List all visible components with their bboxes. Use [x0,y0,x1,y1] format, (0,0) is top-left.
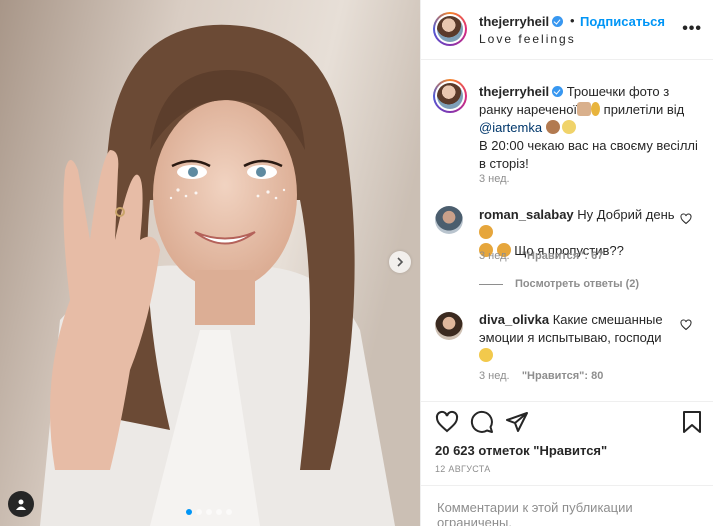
heart-icon[interactable] [435,410,459,434]
monkey-emoji-icon [479,225,493,239]
commenter-avatar[interactable] [435,312,463,340]
comment-time: 3 нед. [479,370,510,382]
tagged-users-button[interactable] [8,491,34,517]
caption-part2: прилетіли від [600,102,685,117]
commenter-avatar[interactable] [435,206,463,234]
portrait-image [0,0,420,526]
user-icon [16,499,26,510]
comment-meta: 3 нед. "Нравится": 80 [479,370,603,382]
separator-bullet: • [570,13,575,28]
post-actions: 20 623 отметок "Нравится" 12 АВГУСТА Ком… [421,401,713,526]
verified-badge-icon [552,86,564,97]
caption-time: 3 нед. [479,173,510,185]
follow-button[interactable]: Подписаться [580,14,665,29]
commenter-username[interactable]: roman_salabay [479,207,574,222]
carousel-indicator [186,509,232,515]
post-side-panel: thejerryheil • Подписаться Love feelings… [420,0,713,526]
like-comment-heart-icon[interactable] [680,319,692,331]
caption-username[interactable]: thejerryheil [479,84,549,99]
likes-count[interactable]: 20 623 отметок "Нравится" [435,443,607,458]
view-replies-button[interactable]: Посмотреть ответы (2) [479,278,639,290]
comment-likes[interactable]: "Нравится": 67 [522,250,603,262]
caption-text: thejerryheil Трошечки фото з ранку нареч… [479,83,699,173]
post-location[interactable]: Love feelings [479,32,576,46]
caption-avatar[interactable] [433,79,467,113]
comments-limited-notice: Комментарии к этой публикации ограничены… [421,485,713,526]
laughing-emoji-icon [479,348,493,362]
comment-time: 3 нед. [479,250,510,262]
bookmark-icon[interactable] [681,410,703,434]
commenter-username[interactable]: diva_olivka [479,312,549,327]
next-slide-button[interactable] [389,251,411,273]
carousel-dot [206,509,212,515]
verified-badge-icon [552,16,564,27]
author-username[interactable]: thejerryheil [479,14,564,29]
post-date[interactable]: 12 АВГУСТА [435,464,491,474]
post-header: thejerryheil • Подписаться Love feelings… [421,0,713,60]
view-replies-label[interactable]: Посмотреть ответы (2) [515,278,639,290]
author-avatar[interactable] [433,12,467,46]
carousel-dot [226,509,232,515]
comments-list: thejerryheil Трошечки фото з ранку нареч… [421,61,713,401]
comment-icon[interactable] [470,410,494,434]
post-photo[interactable] [0,0,420,526]
comment-body: Ну Добрий день [573,207,675,222]
comment-meta: 3 нед. "Нравится": 67 [479,250,603,262]
smile-emoji-icon [561,120,576,134]
comment-text: diva_olivka Какие смешанные эмоции я исп… [479,311,679,365]
ring-emoji-icon [591,102,601,116]
more-options-icon[interactable]: ••• [682,20,702,38]
monkey-emoji-icon [545,120,560,134]
bride-emoji-icon [577,102,592,116]
like-comment-heart-icon[interactable] [680,213,692,225]
share-icon[interactable] [505,410,529,434]
carousel-dot [196,509,202,515]
author-username-text[interactable]: thejerryheil [479,14,549,29]
carousel-dot [186,509,192,515]
caption-part4: В 20:00 чекаю вас на своєму весіллі в ст… [479,138,698,171]
chevron-right-icon [397,257,404,267]
replies-divider [479,283,503,285]
carousel-dot [216,509,222,515]
comment-likes[interactable]: "Нравится": 80 [522,370,603,382]
mention-link[interactable]: @iartemka [479,120,542,135]
post-modal: thejerryheil • Подписаться Love feelings… [0,0,713,526]
